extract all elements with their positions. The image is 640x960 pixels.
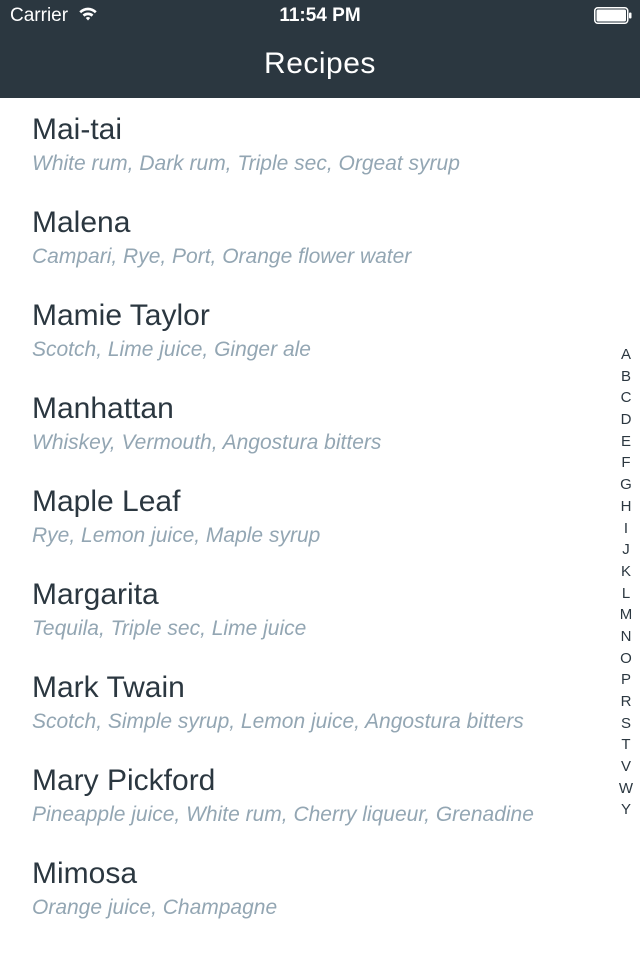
recipe-ingredients: Rye, Lemon juice, Maple syrup (32, 524, 321, 547)
index-letter-p[interactable]: P (612, 669, 640, 691)
recipe-name: Maple Leaf (32, 485, 181, 518)
index-letter-j[interactable]: J (612, 539, 640, 561)
index-letter-d[interactable]: D (612, 409, 640, 431)
index-letter-o[interactable]: O (612, 648, 640, 670)
recipes-screen: Carrier 11:54 PM Recipes Mai-tai White r… (0, 0, 640, 960)
recipe-ingredients: Pineapple juice, White rum, Cherry lique… (32, 803, 534, 826)
recipe-list[interactable]: Mai-tai White rum, Dark rum, Triple sec,… (0, 98, 640, 960)
recipe-ingredients: Campari, Rye, Port, Orange flower water (32, 245, 412, 268)
recipe-row[interactable]: Mary Pickford Pineapple juice, White rum… (0, 749, 600, 842)
recipe-row[interactable]: Mamie Taylor Scotch, Lime juice, Ginger … (0, 284, 600, 377)
alphabet-index[interactable]: A B C D E F G H I J K L M N O P R S T V … (612, 344, 640, 821)
index-letter-f[interactable]: F (612, 452, 640, 474)
recipe-row[interactable]: Mai-tai White rum, Dark rum, Triple sec,… (0, 98, 600, 191)
index-letter-g[interactable]: G (612, 474, 640, 496)
status-time: 11:54 PM (279, 5, 361, 26)
index-letter-h[interactable]: H (612, 496, 640, 518)
recipe-row[interactable]: Maple Leaf Rye, Lemon juice, Maple syrup (0, 470, 600, 563)
index-letter-a[interactable]: A (612, 344, 640, 366)
recipe-ingredients: Orange juice, Champagne (32, 896, 278, 919)
nav-bar: Recipes (0, 32, 640, 98)
recipe-name: Mark Twain (32, 671, 185, 704)
recipe-name: Manhattan (32, 392, 174, 425)
recipe-name: Mary Pickford (32, 764, 216, 797)
recipe-ingredients: Scotch, Lime juice, Ginger ale (32, 338, 311, 361)
index-letter-r[interactable]: R (612, 691, 640, 713)
index-letter-e[interactable]: E (612, 431, 640, 453)
recipe-row[interactable]: Mark Twain Scotch, Simple syrup, Lemon j… (0, 656, 600, 749)
index-letter-s[interactable]: S (612, 713, 640, 735)
recipe-name: Margarita (32, 578, 159, 611)
recipe-ingredients: Whiskey, Vermouth, Angostura bitters (32, 431, 382, 454)
index-letter-t[interactable]: T (612, 734, 640, 756)
index-letter-b[interactable]: B (612, 366, 640, 388)
index-letter-y[interactable]: Y (612, 799, 640, 821)
recipe-row[interactable]: Mimosa Orange juice, Champagne (0, 842, 600, 935)
header: Carrier 11:54 PM Recipes (0, 0, 640, 98)
recipe-ingredients: Scotch, Simple syrup, Lemon juice, Angos… (32, 710, 524, 733)
recipe-name: Mimosa (32, 857, 138, 890)
recipe-row[interactable]: Margarita Tequila, Triple sec, Lime juic… (0, 563, 600, 656)
recipe-ingredients: Tequila, Triple sec, Lime juice (32, 617, 307, 640)
recipe-row[interactable]: Manhattan Whiskey, Vermouth, Angostura b… (0, 377, 600, 470)
index-letter-m[interactable]: M (612, 604, 640, 626)
recipe-ingredients: White rum, Dark rum, Triple sec, Orgeat … (32, 152, 460, 175)
recipe-name: Mai-tai (32, 113, 123, 146)
index-letter-k[interactable]: K (612, 561, 640, 583)
status-bar: Carrier 11:54 PM (0, 0, 640, 32)
recipe-name: Mamie Taylor (32, 299, 210, 332)
page-title: Recipes (264, 47, 376, 80)
index-letter-l[interactable]: L (612, 583, 640, 605)
index-letter-w[interactable]: W (612, 778, 640, 800)
index-letter-v[interactable]: V (612, 756, 640, 778)
index-letter-i[interactable]: I (612, 518, 640, 540)
recipe-row[interactable]: Malena Campari, Rye, Port, Orange flower… (0, 191, 600, 284)
recipe-name: Malena (32, 206, 131, 239)
index-letter-c[interactable]: C (612, 387, 640, 409)
battery-icon (594, 7, 632, 24)
index-letter-n[interactable]: N (612, 626, 640, 648)
